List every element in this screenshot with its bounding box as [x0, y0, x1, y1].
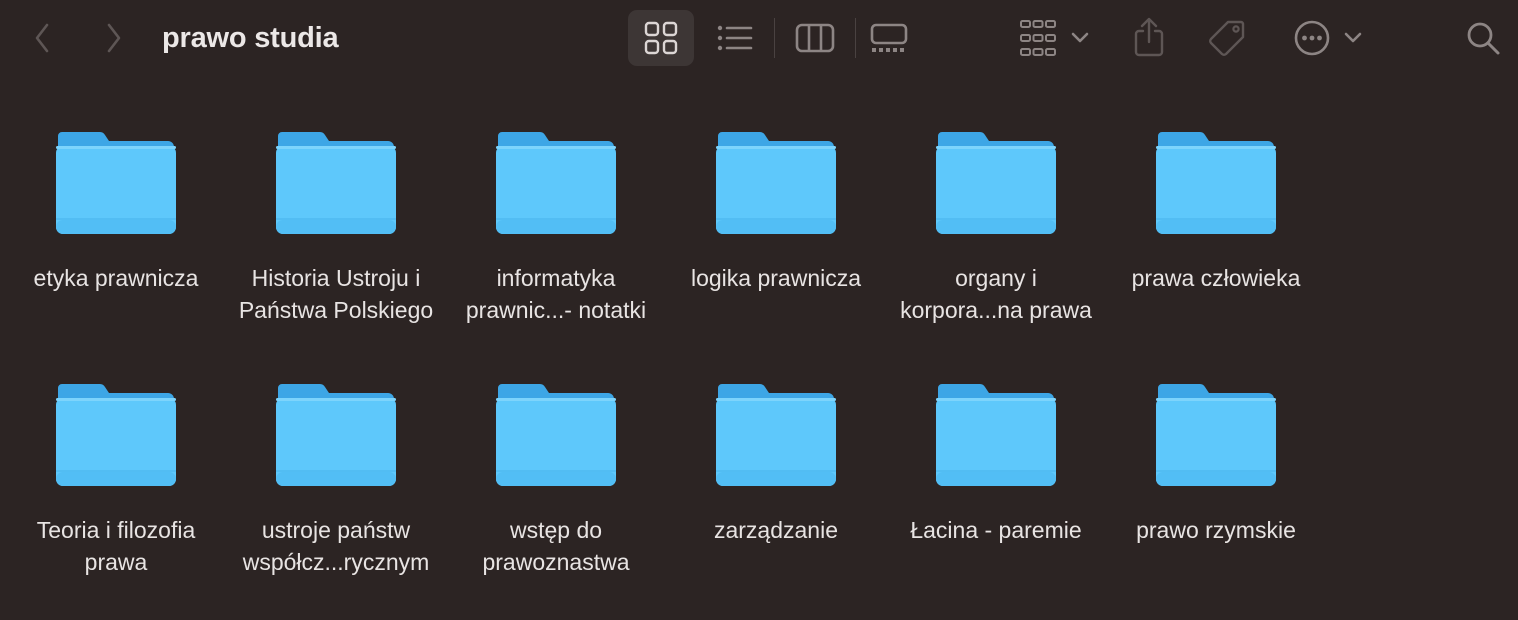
folder-item[interactable]: etyka prawnicza	[6, 132, 226, 294]
finder-window: prawo studia etyka prawnicza Historia Us…	[0, 0, 1518, 620]
folder-icon	[936, 132, 1056, 234]
folder-name: Teoria i filozofia prawa	[6, 514, 226, 578]
tag-icon	[1209, 20, 1245, 56]
folder-item[interactable]: ustroje państw współcz...rycznym	[226, 384, 446, 578]
folder-name-line2: prawnic...- notatki	[465, 297, 647, 323]
folder-name-line1: prawa człowieka	[1131, 265, 1301, 291]
folder-name: prawo rzymskie	[1106, 514, 1326, 546]
folder-name-line1: organy i	[955, 265, 1037, 291]
tag-button[interactable]	[1204, 16, 1250, 60]
folder-name-line1: logika prawnicza	[690, 265, 862, 291]
folder-item[interactable]: informatyka prawnic...- notatki	[446, 132, 666, 326]
folder-name-line1: Teoria i filozofia	[36, 517, 196, 543]
folder-name-line1: etyka prawnicza	[33, 265, 199, 291]
gallery-view-button[interactable]	[866, 18, 912, 58]
columns-icon	[795, 23, 835, 53]
forward-button[interactable]	[98, 20, 130, 56]
folder-name-line2: prawoznastwa	[482, 549, 630, 575]
folder-icon	[276, 132, 396, 234]
toolbar-divider	[855, 18, 856, 58]
folder-name-line1: ustroje państw	[261, 517, 411, 543]
folder-item[interactable]: organy i korpora...na prawa	[886, 132, 1106, 326]
folder-name: etyka prawnicza	[6, 262, 226, 294]
folder-name-line1: Łacina - paremie	[910, 517, 1082, 543]
folder-item[interactable]: prawo rzymskie	[1106, 384, 1326, 546]
folder-icon	[56, 384, 176, 486]
folder-item[interactable]: Łacina - paremie	[886, 384, 1106, 546]
folder-item[interactable]: wstęp do prawoznastwa	[446, 384, 666, 578]
folder-icon	[1156, 132, 1276, 234]
ellipsis-circle-icon	[1294, 20, 1330, 56]
back-button[interactable]	[26, 20, 58, 56]
folder-name-line2: Państwa Polskiego	[238, 297, 434, 323]
chevron-down-icon	[1344, 32, 1362, 43]
search-icon	[1467, 22, 1500, 55]
share-icon	[1134, 17, 1164, 57]
folder-name-line2: współcz...rycznym	[242, 549, 430, 575]
folder-name: ustroje państw współcz...rycznym	[226, 514, 446, 578]
folder-name-line1: zarządzanie	[713, 517, 839, 543]
more-actions-button[interactable]	[1290, 16, 1366, 60]
folder-name-line1: informatyka	[496, 265, 616, 291]
icon-grid-icon	[644, 21, 678, 55]
column-view-button[interactable]	[792, 18, 838, 58]
folder-icon	[276, 384, 396, 486]
folder-name-line2: korpora...na prawa	[900, 297, 1092, 323]
folder-name: logika prawnicza	[666, 262, 886, 294]
list-icon	[717, 25, 753, 51]
folder-name-line1: wstęp do	[509, 517, 603, 543]
icon-view-button[interactable]	[628, 10, 694, 66]
group-grid-icon	[1020, 20, 1056, 56]
gallery-icon	[870, 23, 908, 52]
folder-name-line2: prawa	[84, 549, 148, 575]
folder-name: informatyka prawnic...- notatki	[446, 262, 666, 326]
chevron-right-icon	[107, 23, 121, 53]
group-button[interactable]	[1014, 16, 1094, 60]
folder-item[interactable]: logika prawnicza	[666, 132, 886, 294]
window-title: prawo studia	[162, 22, 339, 54]
folder-name: prawa człowieka	[1106, 262, 1326, 294]
folder-name: zarządzanie	[666, 514, 886, 546]
folder-name-line1: prawo rzymskie	[1136, 517, 1296, 543]
share-button[interactable]	[1128, 14, 1170, 60]
chevron-down-icon	[1071, 32, 1089, 43]
folder-name: Łacina - paremie	[886, 514, 1106, 546]
folder-icon	[496, 384, 616, 486]
folder-item[interactable]: zarządzanie	[666, 384, 886, 546]
search-button[interactable]	[1460, 16, 1506, 60]
folder-icon	[56, 132, 176, 234]
folder-name: Historia Ustroju i Państwa Polskiego	[226, 262, 446, 326]
list-view-button[interactable]	[712, 18, 758, 58]
folder-item[interactable]: Teoria i filozofia prawa	[6, 384, 226, 578]
folder-icon	[936, 384, 1056, 486]
folder-icon	[496, 132, 616, 234]
chevron-left-icon	[35, 23, 49, 53]
folder-icon	[716, 132, 836, 234]
toolbar: prawo studia	[0, 0, 1518, 76]
folder-item[interactable]: prawa człowieka	[1106, 132, 1326, 294]
folder-name: wstęp do prawoznastwa	[446, 514, 666, 578]
folder-name: organy i korpora...na prawa	[886, 262, 1106, 326]
folder-name-line1: Historia Ustroju i	[251, 265, 421, 291]
folder-item[interactable]: Historia Ustroju i Państwa Polskiego	[226, 132, 446, 326]
folder-icon	[716, 384, 836, 486]
toolbar-divider	[774, 18, 775, 58]
folder-icon	[1156, 384, 1276, 486]
